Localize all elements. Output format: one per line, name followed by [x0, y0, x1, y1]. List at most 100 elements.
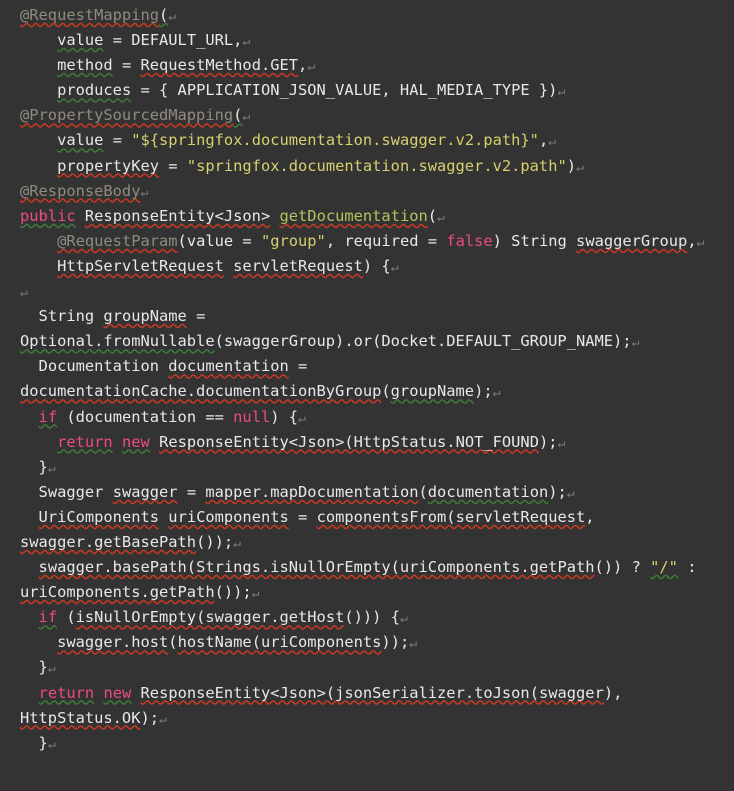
paragraph-mark-icon: ↵: [47, 661, 56, 677]
paragraph-mark-icon: ↵: [409, 636, 418, 652]
code-line[interactable]: Documentation documentation =: [0, 354, 734, 379]
identifier-token: documentation: [427, 482, 549, 501]
paragraph-mark-icon: ↵: [307, 59, 316, 75]
keyword-token: public: [20, 206, 76, 225]
code-line[interactable]: }↵: [0, 731, 734, 756]
code-line[interactable]: Swagger swagger = mapper.mapDocumentatio…: [0, 480, 734, 505]
code-line[interactable]: }↵: [0, 455, 734, 480]
paragraph-mark-icon: ↵: [557, 435, 566, 451]
type-token: ResponseEntity<Json>(jsonSerializer.toJs…: [140, 683, 604, 702]
code-line[interactable]: return new ResponseEntity<Json>(jsonSeri…: [0, 681, 734, 706]
function-token: mapper.mapDocumentation: [205, 482, 419, 501]
string-token: "springfox.documentation.swagger.v2.path…: [186, 156, 567, 175]
code-line[interactable]: UriComponents uriComponents = components…: [0, 505, 734, 530]
code-text: ,: [687, 231, 697, 250]
function-token: getDocumentation: [279, 206, 428, 225]
identifier-token: groupName: [103, 307, 187, 326]
code-line-wrapped[interactable]: HttpStatus.OK);↵: [0, 706, 734, 731]
type-token: Documentation: [38, 357, 169, 376]
code-text: = DEFAULT_URL,: [103, 31, 243, 50]
paragraph-mark-icon: ↵: [47, 460, 56, 476]
code-line-wrapped[interactable]: Optional.fromNullable(swaggerGroup).or(D…: [0, 329, 734, 354]
code-text: }: [38, 733, 48, 752]
identifier-token: value: [57, 31, 104, 50]
code-text: ) String: [492, 231, 577, 250]
code-line[interactable]: @RequestParam(value = "group", required …: [0, 229, 734, 254]
code-line[interactable]: return new ResponseEntity<Json>(HttpStat…: [0, 430, 734, 455]
annotation-token: @RequestMapping: [20, 6, 159, 24]
code-line-wrapped[interactable]: uriComponents.getPath());↵: [0, 580, 734, 605]
function-token: isNullOrEmpty(swagger.getHost: [75, 608, 345, 627]
code-line[interactable]: @PropertySourcedMapping(↵: [0, 103, 734, 128]
annotation-token: @PropertySourcedMapping: [20, 106, 234, 125]
code-line[interactable]: ↵: [0, 279, 734, 304]
code-line[interactable]: @RequestMapping(↵: [0, 3, 734, 28]
identifier-token: uriComponents.getPath: [20, 583, 215, 602]
identifier-token: servletRequest: [233, 256, 363, 275]
code-line[interactable]: public ResponseEntity<Json> getDocumenta…: [0, 204, 734, 229]
code-line[interactable]: HttpServletRequest servletRequest) {↵: [0, 254, 734, 279]
code-text: (documentation ==: [57, 407, 234, 426]
code-line-wrapped[interactable]: documentationCache.documentationByGroup(…: [0, 379, 734, 404]
paragraph-mark-icon: ↵: [437, 209, 445, 225]
punctuation: (: [427, 206, 438, 225]
code-line[interactable]: swagger.host(hostName(uriComponents));↵: [0, 630, 734, 655]
paragraph-mark-icon: ↵: [140, 184, 149, 200]
identifier-token: swagger.basePath(Strings.isNullOrEmpty(u…: [38, 558, 595, 577]
paragraph-mark-icon: ↵: [47, 736, 56, 752]
paragraph-mark-icon: ↵: [298, 410, 306, 426]
keyword-token: return: [38, 683, 95, 702]
punctuation: (: [159, 6, 169, 24]
identifier-token: produces: [57, 81, 132, 100]
code-editor[interactable]: @RequestMapping(↵ value = DEFAULT_URL,↵ …: [0, 0, 734, 791]
paragraph-mark-icon: ↵: [20, 285, 28, 301]
code-text: = { APPLICATION_JSON_VALUE, HAL_MEDIA_TY…: [131, 81, 558, 100]
code-text: (: [381, 382, 391, 401]
code-line[interactable]: @ResponseBody↵: [0, 179, 734, 204]
code-text: ,: [585, 507, 595, 526]
code-line[interactable]: propertyKey = "springfox.documentation.s…: [0, 154, 734, 179]
identifier-token: propertyKey: [57, 156, 160, 175]
keyword-token: if: [38, 407, 58, 426]
code-line[interactable]: String groupName =: [0, 304, 734, 329]
code-line[interactable]: }↵: [0, 655, 734, 680]
code-line-wrapped[interactable]: swagger.getBasePath());↵: [0, 530, 734, 555]
code-text: }: [38, 457, 48, 476]
function-token: componentsFrom(servletRequest: [316, 507, 586, 526]
identifier-token: HttpStatus.OK: [20, 708, 141, 727]
type-token: String: [38, 307, 104, 326]
code-line[interactable]: method = RequestMethod.GET,↵: [0, 53, 734, 78]
code-text: =: [177, 482, 206, 501]
paragraph-mark-icon: ↵: [696, 234, 705, 250]
type-token: ResponseEntity<Json>(HttpStatus.NOT_FOUN…: [159, 432, 539, 451]
code-line[interactable]: produces = { APPLICATION_JSON_VALUE, HAL…: [0, 78, 734, 103]
code-text: ): [566, 156, 577, 175]
code-line[interactable]: swagger.basePath(Strings.isNullOrEmpty(u…: [0, 555, 734, 580]
code-text: );: [538, 432, 558, 451]
keyword-token: new: [121, 432, 150, 451]
paragraph-mark-icon: ↵: [159, 711, 167, 727]
code-line[interactable]: if (isNullOrEmpty(swagger.getHost())) {↵: [0, 605, 734, 630]
string-token: "/": [650, 558, 678, 577]
code-line[interactable]: value = "${springfox.documentation.swagg…: [0, 128, 734, 153]
code-text: ());: [214, 583, 252, 602]
code-line[interactable]: if (documentation == null) {↵: [0, 405, 734, 430]
type-token: UriComponents: [38, 507, 160, 526]
code-text: ()) ?: [594, 558, 651, 577]
type-token: Swagger: [38, 482, 113, 501]
paragraph-mark-icon: ↵: [399, 611, 408, 627]
code-line[interactable]: value = DEFAULT_URL,↵: [0, 28, 734, 53]
keyword-token: if: [38, 608, 58, 627]
